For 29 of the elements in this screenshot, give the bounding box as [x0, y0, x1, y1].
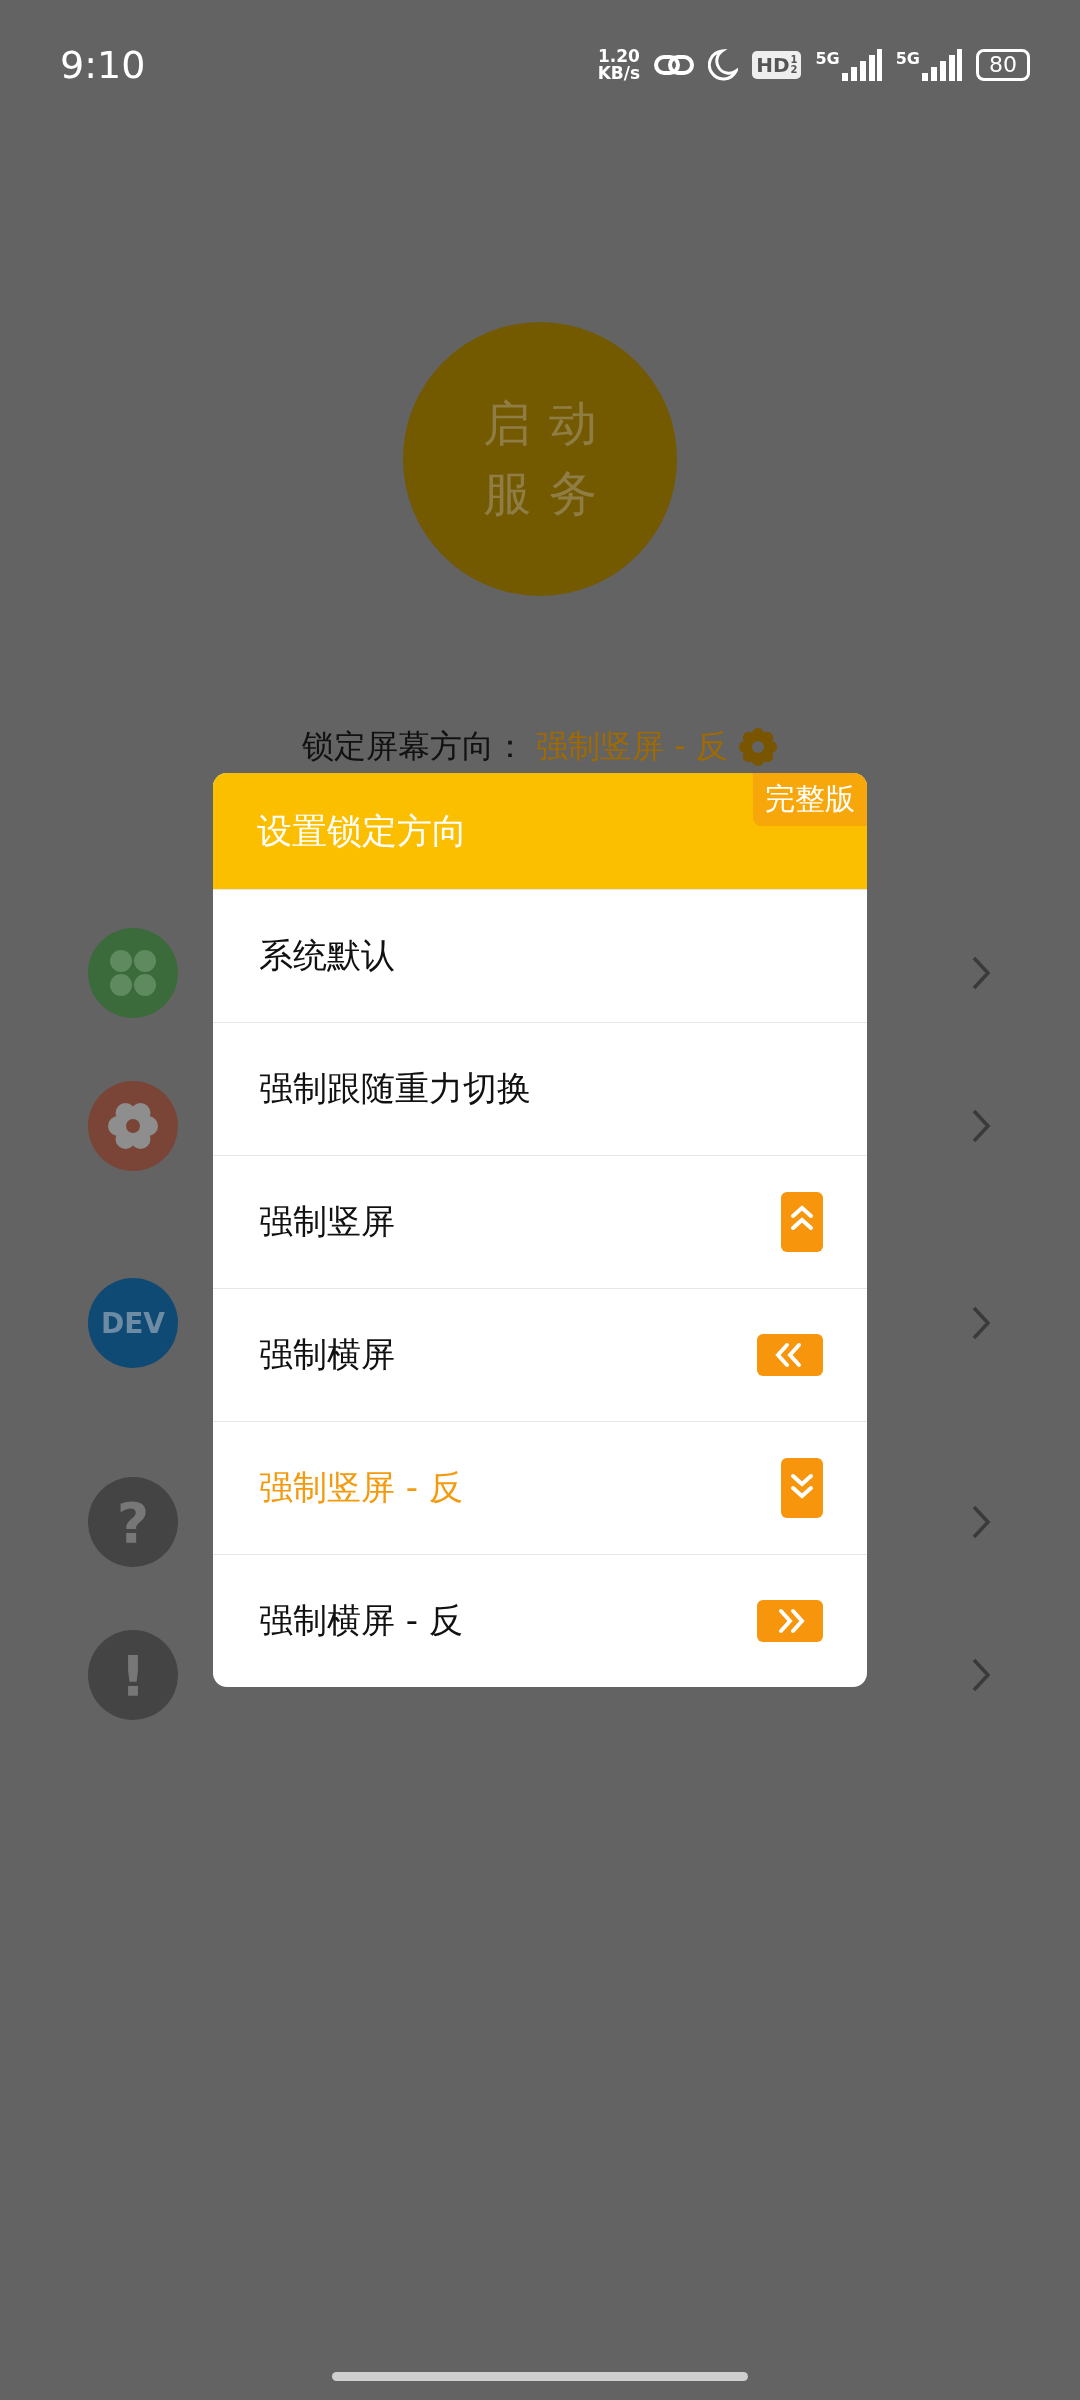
- chevron-right-icon: [970, 955, 992, 991]
- chevron-right-icon: [970, 1657, 992, 1693]
- orientation-option[interactable]: 强制横屏: [213, 1288, 867, 1421]
- full-version-badge: 完整版: [753, 773, 867, 826]
- dialog-title: 设置锁定方向: [257, 809, 467, 853]
- orientation-option[interactable]: 强制竖屏: [213, 1155, 867, 1288]
- orientation-label: 锁定屏幕方向：: [302, 726, 527, 767]
- network-speed: 1.20 KB/s: [597, 48, 641, 82]
- dev-icon: DEV: [88, 1278, 178, 1368]
- home-indicator[interactable]: [332, 2372, 748, 2381]
- double-chevron-down-icon: [781, 1458, 823, 1518]
- double-chevron-left-icon: [757, 1334, 823, 1376]
- battery-indicator: 80: [976, 49, 1030, 81]
- double-chevron-up-icon: [781, 1192, 823, 1252]
- orientation-option[interactable]: 强制跟随重力切换: [213, 1022, 867, 1155]
- signal-indicator: 5G: [815, 49, 882, 81]
- chevron-right-icon: [970, 1305, 992, 1341]
- orientation-value: 强制竖屏 - 反: [536, 726, 728, 767]
- orientation-option[interactable]: 强制横屏 - 反: [213, 1554, 867, 1687]
- double-chevron-right-icon: [757, 1600, 823, 1642]
- info-icon: !: [88, 1630, 178, 1720]
- moon-icon: [708, 49, 739, 81]
- settings-icon[interactable]: [737, 727, 778, 767]
- orientation-option[interactable]: 系统默认: [213, 889, 867, 1022]
- clock: 9:10: [60, 43, 147, 87]
- signal-indicator: 5G: [895, 49, 962, 81]
- chevron-right-icon: [970, 1504, 992, 1540]
- help-icon: ?: [88, 1477, 178, 1567]
- chevron-right-icon: [970, 1108, 992, 1144]
